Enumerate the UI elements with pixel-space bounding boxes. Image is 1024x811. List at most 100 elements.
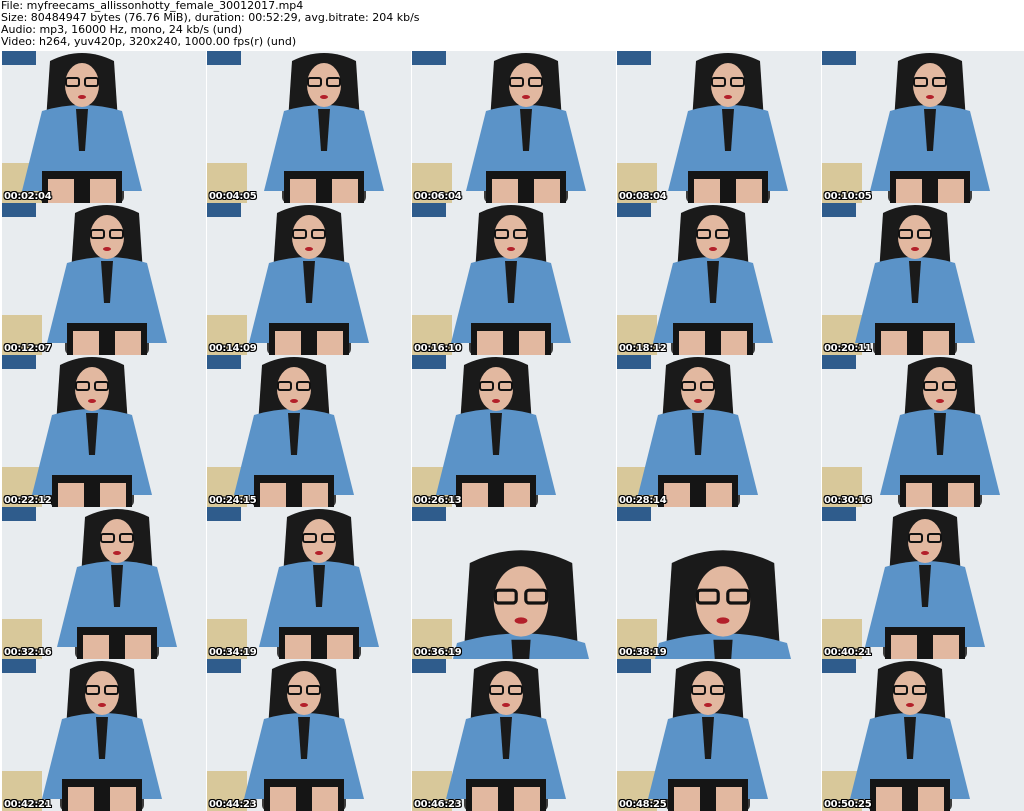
- video-thumbnail: 00:14:09: [207, 203, 411, 355]
- thumbnail-timestamp: 00:42:21: [4, 799, 52, 810]
- lips: [502, 703, 510, 707]
- lips: [926, 95, 934, 99]
- thumbnail-timestamp: 00:06:04: [414, 191, 462, 202]
- frame-image: [822, 203, 1024, 355]
- wall-sign: [822, 51, 856, 65]
- file-info-header: File: myfreecams_allissonhotty_female_30…: [1, 0, 1021, 50]
- wall-sign: [617, 659, 651, 673]
- lips: [716, 617, 730, 624]
- video-thumbnail: 00:06:04: [412, 51, 616, 203]
- thumbnail-timestamp: 00:08:04: [619, 191, 667, 202]
- thumbnail-timestamp: 00:48:25: [619, 799, 667, 810]
- frame-image: [207, 51, 411, 203]
- frame-image: [2, 507, 206, 659]
- lips: [709, 247, 717, 251]
- wall-sign: [412, 203, 446, 217]
- thumbnail-timestamp: 00:38:19: [619, 647, 667, 658]
- frame-image: [207, 203, 411, 355]
- thumbnail-timestamp: 00:32:16: [4, 647, 52, 658]
- thumbnail-timestamp: 00:22:12: [4, 495, 52, 506]
- tie: [511, 639, 531, 659]
- video-thumbnail: 00:46:23: [412, 659, 616, 811]
- frame-image: [617, 203, 821, 355]
- frame-image: [617, 659, 821, 811]
- thumbnail-timestamp: 00:40:21: [824, 647, 872, 658]
- wall-sign: [2, 51, 36, 65]
- video-thumbnail: 00:22:12: [2, 355, 206, 507]
- video-thumbnail: 00:18:12: [617, 203, 821, 355]
- wall-sign: [412, 507, 446, 521]
- video-thumbnail: 00:20:11: [822, 203, 1024, 355]
- frame-image: [412, 203, 616, 355]
- frame-image: [617, 355, 821, 507]
- video-thumbnail: 00:44:23: [207, 659, 411, 811]
- thumbnail-timestamp: 00:50:25: [824, 799, 872, 810]
- video-thumbnail: 00:12:07: [2, 203, 206, 355]
- wall-sign: [2, 659, 36, 673]
- lips: [911, 247, 919, 251]
- thumbnail-timestamp: 00:44:23: [209, 799, 257, 810]
- video-thumbnail: 00:42:21: [2, 659, 206, 811]
- frame-image: [412, 355, 616, 507]
- thumbnail-grid: 00:02:04 00:04:05 00:06:04 00:08:04 00:10:05…: [0, 51, 1024, 811]
- video-thumbnail: 00:10:05: [822, 51, 1024, 203]
- frame-image: [822, 51, 1024, 203]
- lips: [103, 247, 111, 251]
- wall-sign: [412, 355, 446, 369]
- video-thumbnail: 00:40:21: [822, 507, 1024, 659]
- wall-sign: [822, 659, 856, 673]
- wall-sign: [412, 659, 446, 673]
- frame-image: [412, 659, 616, 811]
- frame-image: [207, 507, 411, 659]
- video-thumbnail: 00:08:04: [617, 51, 821, 203]
- thumbnail-timestamp: 00:12:07: [4, 343, 52, 354]
- lips: [88, 399, 96, 403]
- wall-sign: [822, 355, 856, 369]
- lips: [98, 703, 106, 707]
- frame-image: [2, 51, 206, 203]
- video-thumbnail: 00:36:19: [412, 507, 616, 659]
- video-thumbnail: 00:04:05: [207, 51, 411, 203]
- lips: [522, 95, 530, 99]
- wall-sign: [617, 355, 651, 369]
- wall-sign: [207, 203, 241, 217]
- wall-sign: [2, 355, 36, 369]
- thumbnail-timestamp: 00:18:12: [619, 343, 667, 354]
- lips: [514, 617, 528, 624]
- video-thumbnail: 00:30:16: [822, 355, 1024, 507]
- thumbnail-timestamp: 00:34:19: [209, 647, 257, 658]
- thumbnail-timestamp: 00:02:04: [4, 191, 52, 202]
- frame-image: [2, 659, 206, 811]
- wall-sign: [617, 203, 651, 217]
- lips: [300, 703, 308, 707]
- video-thumbnail: 00:32:16: [2, 507, 206, 659]
- video-thumbnail: 00:26:13: [412, 355, 616, 507]
- wall-sign: [2, 203, 36, 217]
- lips: [113, 551, 121, 555]
- thumbnail-timestamp: 00:10:05: [824, 191, 872, 202]
- wall-sign: [207, 355, 241, 369]
- lips: [320, 95, 328, 99]
- frame-image: [207, 659, 411, 811]
- lips: [704, 703, 712, 707]
- wall-sign: [617, 51, 651, 65]
- lips: [936, 399, 944, 403]
- video-thumbnail: 00:28:14: [617, 355, 821, 507]
- wall-sign: [207, 507, 241, 521]
- lips: [694, 399, 702, 403]
- wall-sign: [822, 507, 856, 521]
- thumbnail-timestamp: 00:36:19: [414, 647, 462, 658]
- frame-image: [822, 507, 1024, 659]
- lips: [315, 551, 323, 555]
- video-thumbnail: 00:48:25: [617, 659, 821, 811]
- wall-sign: [822, 203, 856, 217]
- lips: [78, 95, 86, 99]
- wall-sign: [2, 507, 36, 521]
- frame-image: [207, 355, 411, 507]
- thumbnail-timestamp: 00:28:14: [619, 495, 667, 506]
- thumbnail-timestamp: 00:26:13: [414, 495, 462, 506]
- video-thumbnail: 00:34:19: [207, 507, 411, 659]
- video-info-line: Video: h264, yuv420p, 320x240, 1000.00 f…: [1, 35, 297, 48]
- frame-image: [617, 507, 821, 659]
- lips: [290, 399, 298, 403]
